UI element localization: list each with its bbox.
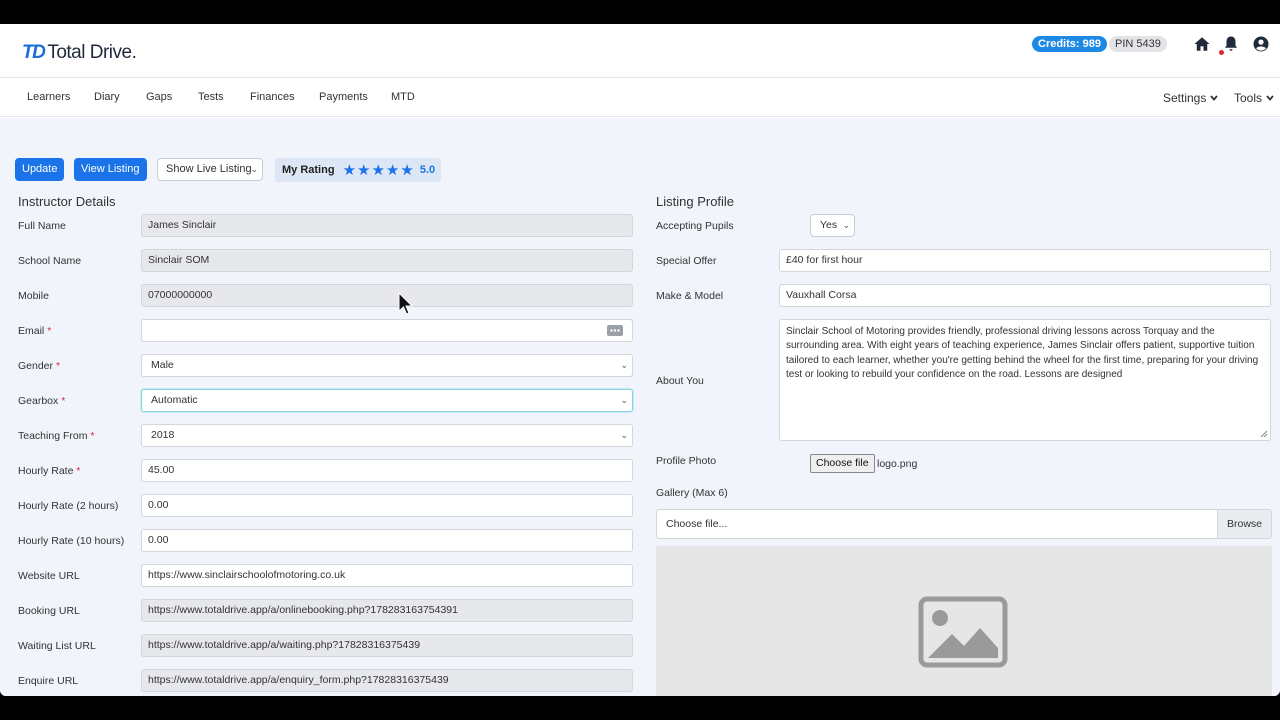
chevron-down-icon: [1210, 95, 1219, 101]
show-live-listing-label: Show Live Listing: [166, 163, 252, 175]
credits-badge[interactable]: Credits: 989: [1032, 36, 1107, 52]
rating-value: 5.0: [419, 164, 436, 176]
mouse-cursor-icon: [398, 292, 414, 315]
nav-payments[interactable]: Payments: [319, 91, 368, 103]
chevron-down-icon: ⌄: [620, 360, 628, 370]
tools-label: Tools: [1234, 91, 1263, 105]
hourly-rate-label: Hourly Rate *: [18, 465, 81, 477]
my-rating: My Rating ★ ★ ★ ★ ★ 5.0: [275, 158, 441, 182]
about-you-text: Sinclair School of Motoring provides fri…: [786, 326, 1259, 380]
accepting-pupils-label: Accepting Pupils: [656, 220, 734, 232]
enquire-url-label: Enquire URL: [18, 675, 79, 687]
waiting-list-url-field[interactable]: https://www.totaldrive.app/a/waiting.php…: [141, 634, 633, 657]
logo-text: Total Drive.: [47, 42, 137, 63]
chevron-down-icon: [1266, 95, 1274, 101]
browse-button[interactable]: Browse: [1217, 510, 1271, 538]
profile-photo-label: Profile Photo: [656, 455, 717, 467]
full-name-field[interactable]: James Sinclair: [141, 214, 633, 237]
top-header: TD Total Drive. Credits: 989 PIN 5439: [0, 24, 1280, 78]
settings-label: Settings: [1163, 91, 1207, 105]
gender-label: Gender *: [18, 360, 61, 372]
star-icon: ★: [400, 161, 414, 179]
star-icon: ★: [385, 161, 400, 179]
choose-file-button[interactable]: Choose file: [810, 454, 875, 473]
logo-mark: TD: [22, 42, 46, 63]
booking-url-field[interactable]: https://www.totaldrive.app/a/onlinebooki…: [141, 599, 633, 622]
logo[interactable]: TD Total Drive.: [22, 42, 137, 64]
star-icon: ★: [371, 161, 385, 179]
nav-finances[interactable]: Finances: [250, 91, 295, 103]
accepting-pupils-select[interactable]: Yes ⌄: [810, 214, 855, 237]
waiting-list-url-label: Waiting List URL: [18, 640, 96, 652]
teaching-from-select[interactable]: 2018 ⌄: [141, 424, 633, 447]
chevron-down-icon: ⌄: [842, 220, 850, 230]
website-url-field[interactable]: https://www.sinclairschoolofmotoring.co.…: [141, 564, 633, 587]
resize-handle-icon[interactable]: [1260, 430, 1268, 438]
gallery-placeholder: Choose file...: [666, 518, 728, 530]
gallery-file-input[interactable]: Choose file... Browse: [656, 509, 1272, 539]
mobile-field[interactable]: 07000000000: [141, 284, 633, 307]
settings-menu[interactable]: Settings: [1163, 91, 1219, 105]
special-offer-label: Special Offer: [656, 255, 717, 267]
hourly-rate-10h-field[interactable]: 0.00: [141, 529, 633, 552]
main-nav: Learners Diary Gaps Tests Finances Payme…: [0, 79, 1280, 117]
booking-url-label: Booking URL: [18, 605, 80, 617]
bell-icon[interactable]: [1222, 35, 1240, 53]
email-label: Email *: [18, 325, 52, 337]
hourly-rate-2h-label: Hourly Rate (2 hours): [18, 500, 119, 512]
about-you-textarea[interactable]: Sinclair School of Motoring provides fri…: [779, 319, 1271, 441]
nav-tests[interactable]: Tests: [198, 91, 224, 103]
gearbox-label: Gearbox *: [18, 395, 66, 407]
nav-diary[interactable]: Diary: [94, 91, 120, 103]
rating-label: My Rating: [282, 164, 335, 176]
school-name-field[interactable]: Sinclair SOM: [141, 249, 633, 272]
make-model-field[interactable]: Vauxhall Corsa: [779, 284, 1271, 307]
nav-learners[interactable]: Learners: [27, 91, 70, 103]
instructor-details-title: Instructor Details: [18, 194, 116, 209]
view-listing-button[interactable]: View Listing: [74, 158, 147, 181]
profile-photo-filename: logo.png: [877, 458, 918, 470]
listing-profile-title: Listing Profile: [656, 194, 735, 209]
hourly-rate-field[interactable]: 45.00: [141, 459, 633, 482]
tools-menu[interactable]: Tools: [1234, 91, 1275, 105]
image-placeholder-icon: [918, 596, 1008, 668]
nav-gaps[interactable]: Gaps: [146, 91, 172, 103]
hourly-rate-2h-field[interactable]: 0.00: [141, 494, 633, 517]
mobile-label: Mobile: [18, 290, 49, 302]
make-model-label: Make & Model: [656, 290, 724, 302]
about-you-label: About You: [656, 375, 704, 387]
main-content: Update View Listing Show Live Listing ⌄ …: [0, 118, 1280, 696]
special-offer-field[interactable]: £40 for first hour: [779, 249, 1271, 272]
update-button[interactable]: Update: [15, 158, 65, 181]
full-name-label: Full Name: [18, 220, 66, 232]
gallery-preview: [656, 546, 1272, 696]
user-circle-icon[interactable]: [1252, 35, 1270, 53]
chevron-down-icon: ⌄: [620, 395, 628, 405]
app-window: TD Total Drive. Credits: 989 PIN 5439 Le…: [0, 24, 1280, 696]
gender-select[interactable]: Male ⌄: [141, 354, 633, 377]
website-url-label: Website URL: [18, 570, 80, 582]
chevron-down-icon: ⌄: [620, 430, 628, 440]
autofill-dots-icon[interactable]: [607, 325, 623, 336]
school-name-label: School Name: [18, 255, 82, 267]
star-icon: ★: [342, 161, 357, 179]
gallery-label: Gallery (Max 6): [656, 487, 728, 499]
hourly-rate-10h-label: Hourly Rate (10 hours): [18, 535, 125, 547]
notification-dot: [1219, 50, 1224, 55]
chevron-down-icon: ⌄: [250, 164, 258, 174]
teaching-from-label: Teaching From *: [18, 430, 95, 442]
email-field[interactable]: [141, 319, 633, 342]
pin-badge: PIN 5439: [1109, 36, 1167, 52]
star-icon: ★: [357, 161, 371, 179]
show-live-listing-select[interactable]: Show Live Listing ⌄: [157, 158, 263, 181]
gearbox-select[interactable]: Automatic ⌄: [141, 389, 633, 412]
home-icon[interactable]: [1193, 35, 1211, 53]
nav-mtd[interactable]: MTD: [391, 91, 415, 103]
enquire-url-field[interactable]: https://www.totaldrive.app/a/enquiry_for…: [141, 669, 633, 692]
